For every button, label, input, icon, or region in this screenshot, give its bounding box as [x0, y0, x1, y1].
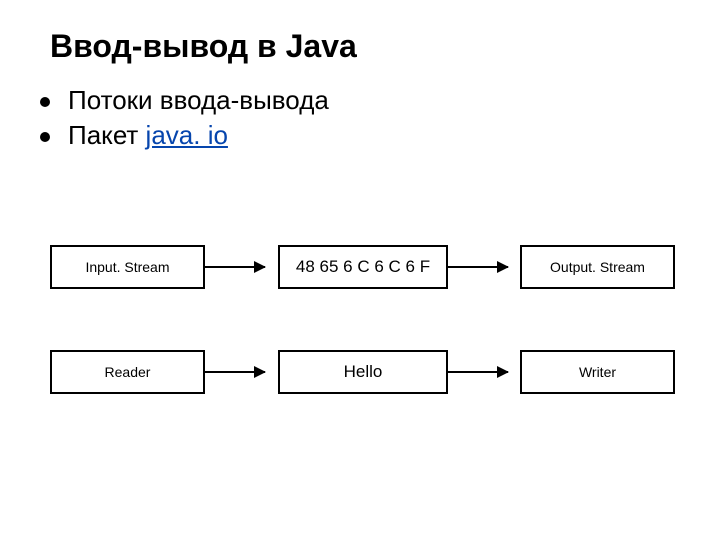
- diagram: Input. Stream 48 65 6 C 6 C 6 F Output. …: [0, 245, 720, 455]
- bullet-text: Пакет java. io: [68, 120, 228, 151]
- box-outputstream: Output. Stream: [520, 245, 675, 289]
- page-title: Ввод-вывод в Java: [50, 28, 720, 65]
- bullet-dot-icon: [40, 97, 50, 107]
- arrow-icon: [205, 371, 265, 373]
- box-writer: Writer: [520, 350, 675, 394]
- box-reader: Reader: [50, 350, 205, 394]
- arrow-icon: [205, 266, 265, 268]
- bullet-item: Пакет java. io: [40, 120, 720, 151]
- bullet-text: Потоки ввода-вывода: [68, 85, 329, 116]
- arrow-icon: [448, 371, 508, 373]
- box-inputstream: Input. Stream: [50, 245, 205, 289]
- box-hex-bytes: 48 65 6 C 6 C 6 F: [278, 245, 448, 289]
- java-io-link[interactable]: java. io: [146, 120, 228, 150]
- box-hello: Hello: [278, 350, 448, 394]
- bullet-list: Потоки ввода-вывода Пакет java. io: [40, 85, 720, 151]
- arrow-icon: [448, 266, 508, 268]
- bullet-item: Потоки ввода-вывода: [40, 85, 720, 116]
- bullet-prefix: Пакет: [68, 120, 146, 150]
- diagram-row: Input. Stream 48 65 6 C 6 C 6 F Output. …: [0, 245, 720, 305]
- bullet-dot-icon: [40, 132, 50, 142]
- diagram-row: Reader Hello Writer: [0, 350, 720, 410]
